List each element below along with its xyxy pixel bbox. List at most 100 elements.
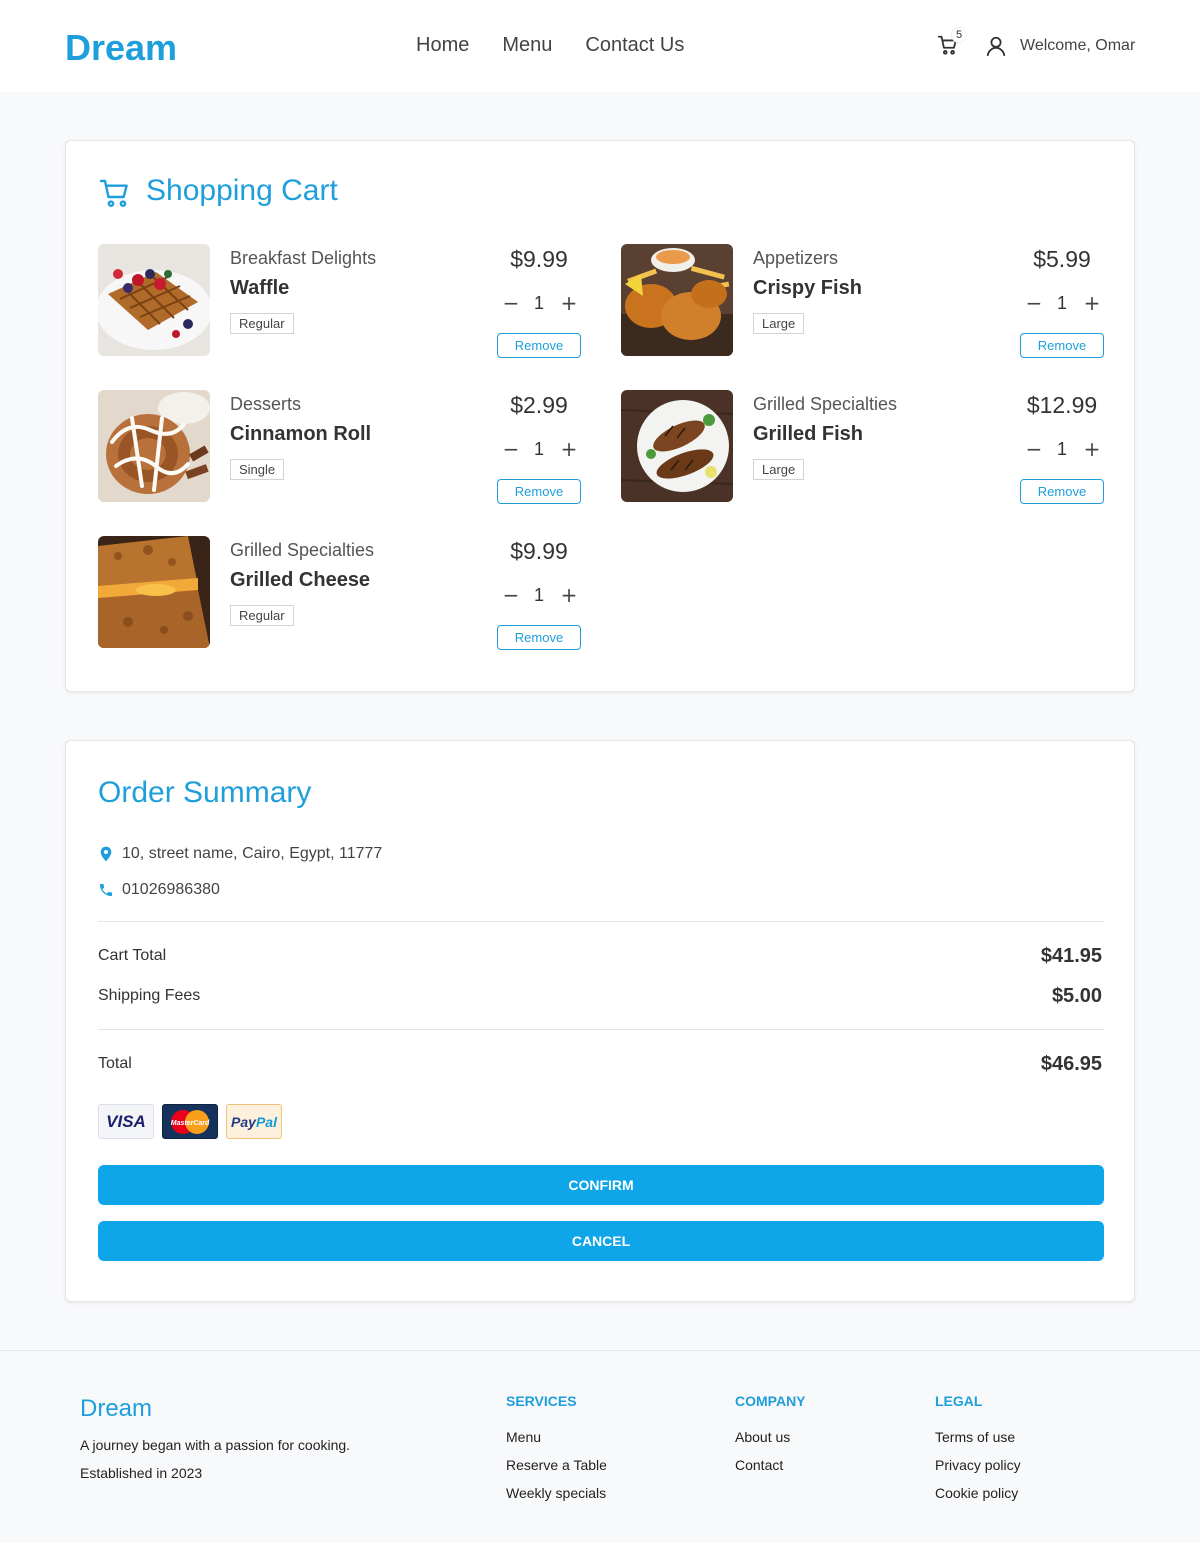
- footer-services-column: SERVICES Menu Reserve a Table Weekly spe…: [506, 1393, 607, 1513]
- brand-logo[interactable]: Dream: [65, 27, 177, 69]
- phone-icon: [98, 882, 114, 898]
- footer-link-privacy[interactable]: Privacy policy: [935, 1457, 1021, 1485]
- cart-title: Shopping Cart: [146, 174, 338, 207]
- decrease-quantity-button[interactable]: −: [1024, 292, 1044, 314]
- svg-text:MasterCard: MasterCard: [171, 1120, 210, 1127]
- footer-legal-column: LEGAL Terms of use Privacy policy Cookie…: [935, 1393, 1021, 1513]
- order-summary-card: Order Summary 10, street name, Cairo, Eg…: [65, 740, 1135, 1302]
- phone-text: 01026986380: [122, 881, 220, 898]
- visa-logo: VISA: [98, 1104, 154, 1139]
- cinnamon-roll-image: [98, 390, 210, 502]
- item-category: Appetizers: [753, 248, 839, 268]
- item-size-badge: Regular: [230, 313, 294, 334]
- footer-heading: LEGAL: [935, 1393, 983, 1409]
- item-name: Grilled Fish: [753, 423, 864, 445]
- quantity-stepper: − 1 +: [1020, 438, 1104, 460]
- item-name: Grilled Cheese: [230, 569, 371, 591]
- cart-item: Appetizers Crispy Fish Large $5.99 − 1 +…: [621, 244, 1104, 358]
- item-name: Waffle: [230, 277, 290, 299]
- user-icon[interactable]: [985, 35, 1007, 57]
- increase-quantity-button[interactable]: +: [559, 438, 579, 460]
- quantity-value: 1: [1056, 439, 1067, 459]
- welcome-text[interactable]: Welcome, Omar: [1020, 37, 1135, 55]
- summary-divider: [98, 921, 1104, 922]
- site-header: Dream Home Menu Contact Us 5 Welcome, Om…: [0, 0, 1200, 92]
- quantity-stepper: − 1 +: [1020, 292, 1104, 314]
- quantity-value: 1: [1056, 293, 1067, 313]
- footer-link-cookie[interactable]: Cookie policy: [935, 1485, 1021, 1513]
- total-label: Total: [98, 1055, 132, 1072]
- waffle-image: [98, 244, 210, 356]
- increase-quantity-button[interactable]: +: [1082, 292, 1102, 314]
- item-size-badge: Large: [753, 459, 805, 480]
- item-price: $2.99: [510, 392, 568, 418]
- order-summary-title: Order Summary: [98, 776, 312, 809]
- crispy-fish-image: [621, 244, 733, 356]
- footer-link-weekly-specials[interactable]: Weekly specials: [506, 1485, 607, 1513]
- footer-link-reserve-table[interactable]: Reserve a Table: [506, 1457, 607, 1485]
- item-category: Grilled Specialties: [753, 394, 898, 414]
- footer-heading: SERVICES: [506, 1393, 577, 1409]
- shipping-fees-value: $5.00: [1051, 985, 1102, 1007]
- remove-button[interactable]: Remove: [497, 333, 581, 358]
- cart-item: Breakfast Delights Waffle Regular $9.99 …: [98, 244, 581, 358]
- mastercard-logo: MasterCard: [162, 1104, 218, 1139]
- shopping-cart-card: Shopping Cart Breakfast Delights Waffle …: [65, 140, 1135, 692]
- phone-row: 01026986380: [98, 881, 220, 899]
- cart-total-value: $41.95: [1040, 945, 1102, 967]
- item-category: Grilled Specialties: [230, 540, 375, 560]
- footer-link-terms[interactable]: Terms of use: [935, 1429, 1021, 1457]
- location-pin-icon: [98, 846, 114, 862]
- quantity-stepper: − 1 +: [497, 584, 581, 606]
- nav-home[interactable]: Home: [416, 34, 469, 57]
- cart-title-icon: [99, 177, 131, 209]
- footer-established: Established in 2023: [80, 1465, 203, 1481]
- cart-item: Desserts Cinnamon Roll Single $2.99 − 1 …: [98, 390, 581, 504]
- main-nav: Home Menu Contact Us: [416, 34, 684, 57]
- item-size-badge: Regular: [230, 605, 294, 626]
- item-price: $5.99: [1033, 246, 1091, 272]
- address-row: 10, street name, Cairo, Egypt, 11777: [98, 845, 382, 863]
- footer-link-about-us[interactable]: About us: [735, 1429, 806, 1457]
- decrease-quantity-button[interactable]: −: [501, 292, 521, 314]
- grilled-fish-image: [621, 390, 733, 502]
- footer-brand: Dream: [80, 1395, 153, 1422]
- nav-menu[interactable]: Menu: [502, 34, 552, 57]
- increase-quantity-button[interactable]: +: [1082, 438, 1102, 460]
- confirm-button[interactable]: CONFIRM: [98, 1165, 1104, 1205]
- item-name: Crispy Fish: [753, 277, 862, 299]
- item-category: Breakfast Delights: [230, 248, 377, 268]
- quantity-value: 1: [533, 585, 544, 605]
- item-category: Desserts: [230, 394, 302, 414]
- item-price: $9.99: [510, 538, 568, 564]
- cart-item: Grilled Specialties Grilled Cheese Regul…: [98, 536, 581, 650]
- remove-button[interactable]: Remove: [497, 479, 581, 504]
- footer-company-column: COMPANY About us Contact: [735, 1393, 806, 1485]
- grilled-cheese-image: [98, 536, 210, 648]
- remove-button[interactable]: Remove: [1020, 333, 1104, 358]
- paypal-logo: Pay Pal: [226, 1104, 282, 1139]
- cart-total-label: Cart Total: [98, 947, 167, 964]
- decrease-quantity-button[interactable]: −: [1024, 438, 1044, 460]
- footer-heading: COMPANY: [735, 1393, 806, 1409]
- address-text: 10, street name, Cairo, Egypt, 11777: [122, 845, 383, 862]
- item-price: $9.99: [510, 246, 568, 272]
- summary-divider: [98, 1029, 1104, 1030]
- remove-button[interactable]: Remove: [497, 625, 581, 650]
- cart-count-badge: 5: [951, 27, 967, 43]
- increase-quantity-button[interactable]: +: [559, 292, 579, 314]
- item-size-badge: Single: [230, 459, 285, 480]
- decrease-quantity-button[interactable]: −: [501, 438, 521, 460]
- item-price: $12.99: [1026, 392, 1098, 418]
- remove-button[interactable]: Remove: [1020, 479, 1104, 504]
- site-footer: Dream A journey began with a passion for…: [0, 1350, 1200, 1543]
- shipping-fees-label: Shipping Fees: [98, 987, 201, 1004]
- increase-quantity-button[interactable]: +: [559, 584, 579, 606]
- quantity-value: 1: [533, 293, 544, 313]
- item-name: Cinnamon Roll: [230, 423, 372, 445]
- nav-contact-us[interactable]: Contact Us: [585, 34, 684, 57]
- cancel-button[interactable]: CANCEL: [98, 1221, 1104, 1261]
- footer-link-menu[interactable]: Menu: [506, 1429, 607, 1457]
- decrease-quantity-button[interactable]: −: [501, 584, 521, 606]
- footer-link-contact[interactable]: Contact: [735, 1457, 806, 1485]
